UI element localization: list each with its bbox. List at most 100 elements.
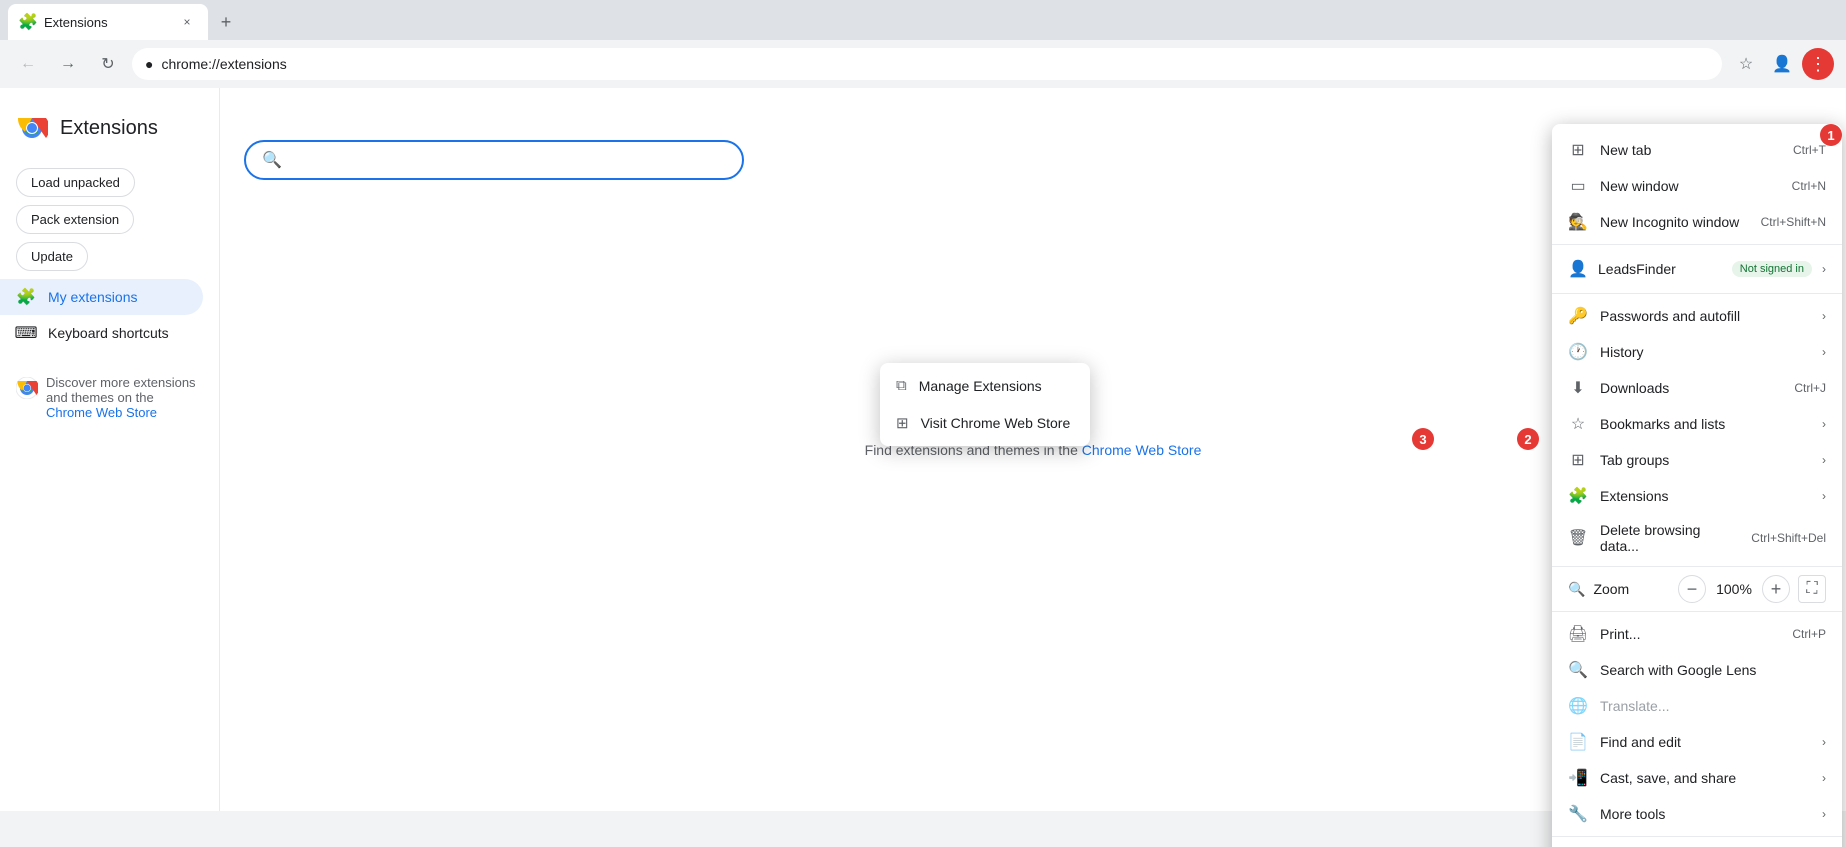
menu-item-more-tools[interactable]: 🔧 More tools › — [1552, 796, 1842, 832]
sidebar-item-my-extensions[interactable]: 🧩 My extensions — [0, 279, 203, 315]
store-icon: ⊞ — [896, 414, 909, 432]
discover-text: Discover more extensions and themes on t… — [46, 375, 203, 420]
find-edit-label: Find and edit — [1600, 734, 1810, 750]
menu-item-translate: 🌐 Translate... — [1552, 688, 1842, 724]
fullscreen-button[interactable]: ⛶ — [1798, 575, 1826, 603]
extensions-submenu: ⧉ Manage Extensions ⊞ Visit Chrome Web S… — [880, 363, 1090, 446]
print-shortcut: Ctrl+P — [1792, 627, 1826, 641]
menu-item-help[interactable]: ? Help › — [1552, 841, 1842, 847]
main-store-link[interactable]: Chrome Web Store — [1082, 442, 1202, 458]
reload-button[interactable]: ↻ — [92, 48, 124, 80]
visit-chrome-store-item[interactable]: ⊞ Visit Chrome Web Store — [880, 404, 1090, 442]
manage-ext-icon: ⧉ — [896, 377, 907, 394]
back-button[interactable]: ← — [12, 48, 44, 80]
menu-item-delete-browsing[interactable]: 🗑 Delete browsing data... Ctrl+Shift+Del — [1552, 514, 1842, 562]
menu-item-bookmarks[interactable]: ☆ Bookmarks and lists › — [1552, 406, 1842, 442]
bookmarks-icon: ☆ — [1568, 414, 1588, 434]
badge-3: 3 — [1412, 428, 1434, 450]
zoom-in-button[interactable]: + — [1762, 575, 1790, 603]
zoom-search-icon: 🔍 — [1568, 581, 1585, 598]
profile-button[interactable]: 👤 — [1766, 48, 1798, 80]
menu-section-actions: 🖨 Print... Ctrl+P 🔍 Search with Google L… — [1552, 612, 1842, 837]
puzzle-icon: 🧩 — [16, 287, 36, 307]
menu-item-find-edit[interactable]: 📄 Find and edit › — [1552, 724, 1842, 760]
chrome-menu-button[interactable]: ⋮ — [1802, 48, 1834, 80]
zoom-out-button[interactable]: − — [1678, 575, 1706, 603]
url-text: chrome://extensions — [161, 56, 286, 72]
bookmark-button[interactable]: ☆ — [1730, 48, 1762, 80]
chrome-small-logo — [16, 377, 38, 399]
visit-store-label: Visit Chrome Web Store — [921, 415, 1071, 431]
menu-section-new: ⊞ New tab Ctrl+T ▭ New window Ctrl+N 🕵 N… — [1552, 128, 1842, 245]
incognito-label: New Incognito window — [1600, 214, 1749, 230]
menu-item-extensions[interactable]: 🧩 Extensions › — [1552, 478, 1842, 514]
tab-groups-icon: ⊞ — [1568, 450, 1588, 470]
forward-button[interactable]: → — [52, 48, 84, 80]
cast-save-label: Cast, save, and share — [1600, 770, 1810, 786]
passwords-arrow: › — [1822, 309, 1826, 323]
print-icon: 🖨 — [1568, 624, 1588, 644]
menu-item-incognito[interactable]: 🕵 New Incognito window Ctrl+Shift+N — [1552, 204, 1842, 240]
nav-bar: ← → ↻ ● chrome://extensions ☆ 👤 ⋮ — [0, 40, 1846, 88]
menu-item-history[interactable]: 🕐 History › — [1552, 334, 1842, 370]
chrome-web-store-link[interactable]: Chrome Web Store — [46, 405, 157, 420]
find-edit-arrow: › — [1822, 735, 1826, 749]
nav-right-icons: ☆ 👤 ⋮ — [1730, 48, 1834, 80]
new-tab-icon: ⊞ — [1568, 140, 1588, 160]
passwords-label: Passwords and autofill — [1600, 308, 1810, 324]
new-tab-button[interactable]: + — [212, 8, 240, 36]
chrome-logo — [16, 112, 48, 144]
action-buttons: Load unpacked Pack extension Update — [0, 160, 219, 279]
incognito-icon: 🕵 — [1568, 212, 1588, 232]
menu-item-cast-save[interactable]: 📲 Cast, save, and share › — [1552, 760, 1842, 796]
manage-extensions-item[interactable]: ⧉ Manage Extensions — [880, 367, 1090, 404]
menu-item-print[interactable]: 🖨 Print... Ctrl+P — [1552, 616, 1842, 652]
menu-item-new-window[interactable]: ▭ New window Ctrl+N — [1552, 168, 1842, 204]
cast-save-arrow: › — [1822, 771, 1826, 785]
tab-groups-label: Tab groups — [1600, 452, 1810, 468]
menu-item-new-tab[interactable]: ⊞ New tab Ctrl+T — [1552, 132, 1842, 168]
extensions-icon: 🧩 — [1568, 486, 1588, 506]
delete-shortcut: Ctrl+Shift+Del — [1751, 531, 1826, 545]
more-tools-label: More tools — [1600, 806, 1810, 822]
search-icon: 🔍 — [262, 150, 282, 170]
active-tab[interactable]: 🧩 Extensions × — [8, 4, 208, 40]
zoom-row: 🔍 Zoom − 100% + ⛶ — [1552, 571, 1842, 607]
tab-bar: 🧩 Extensions × + — [0, 0, 1846, 40]
downloads-label: Downloads — [1600, 380, 1782, 396]
zoom-controls: − 100% + ⛶ — [1678, 575, 1826, 603]
page-title: Extensions — [60, 117, 158, 140]
bookmarks-label: Bookmarks and lists — [1600, 416, 1810, 432]
tab-groups-arrow: › — [1822, 453, 1826, 467]
pack-extension-button[interactable]: Pack extension — [16, 205, 134, 234]
address-bar[interactable]: ● chrome://extensions — [132, 48, 1722, 80]
search-lens-label: Search with Google Lens — [1600, 662, 1826, 678]
menu-section-user: 👤 LeadsFinder Not signed in › — [1552, 245, 1842, 294]
update-button[interactable]: Update — [16, 242, 88, 271]
menu-user-item[interactable]: 👤 LeadsFinder Not signed in › — [1552, 249, 1842, 289]
cast-icon: 📲 — [1568, 768, 1588, 788]
sidebar-header: Extensions — [0, 104, 219, 160]
load-unpacked-button[interactable]: Load unpacked — [16, 168, 135, 197]
chrome-dropdown-menu: ⊞ New tab Ctrl+T ▭ New window Ctrl+N 🕵 N… — [1552, 124, 1842, 847]
extensions-label: Extensions — [1600, 488, 1810, 504]
user-name-label: LeadsFinder — [1598, 261, 1722, 277]
menu-item-downloads[interactable]: ⬇ Downloads Ctrl+J — [1552, 370, 1842, 406]
sidebar: Extensions Load unpacked Pack extension … — [0, 88, 220, 811]
sidebar-item-keyboard-shortcuts[interactable]: ⌨ Keyboard shortcuts — [0, 315, 203, 351]
menu-item-tab-groups[interactable]: ⊞ Tab groups › — [1552, 442, 1842, 478]
tab-close-button[interactable]: × — [178, 13, 196, 31]
menu-item-passwords[interactable]: 🔑 Passwords and autofill › — [1552, 298, 1842, 334]
more-tools-arrow: › — [1822, 807, 1826, 821]
menu-item-search-lens[interactable]: 🔍 Search with Google Lens — [1552, 652, 1842, 688]
search-input-container[interactable]: 🔍 — [244, 140, 744, 180]
delete-label: Delete browsing data... — [1600, 522, 1739, 554]
more-tools-icon: 🔧 — [1568, 804, 1588, 824]
menu-section-tools: 🔑 Passwords and autofill › 🕐 History › ⬇… — [1552, 294, 1842, 567]
new-window-label: New window — [1600, 178, 1780, 194]
search-extensions-input[interactable] — [290, 152, 690, 168]
user-arrow-icon: › — [1822, 262, 1826, 276]
new-tab-shortcut: Ctrl+T — [1793, 143, 1826, 157]
downloads-icon: ⬇ — [1568, 378, 1588, 398]
discover-section: Discover more extensions and themes on t… — [0, 359, 219, 436]
